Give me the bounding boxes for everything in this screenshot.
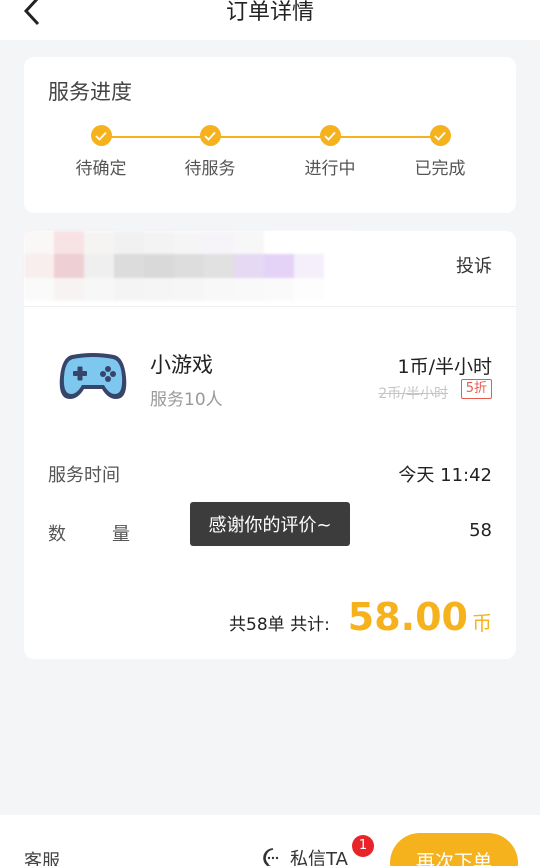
total-amount: 58.00	[347, 595, 468, 639]
progress-title: 服务进度	[48, 80, 132, 104]
top-bar: 订单详情	[0, 0, 540, 40]
progress-step-label: 已完成	[414, 159, 466, 179]
progress-step-label: 待确定	[75, 159, 127, 179]
customer-service-button[interactable]: 客服	[24, 847, 60, 866]
order-card: 投诉 小游戏 服务10人 1币/半小时 2币/半小时 5折 服务时间 今天 11…	[24, 231, 516, 659]
unread-badge: 1	[352, 835, 374, 857]
bottom-bar: 客服 私信TA 1 再次下单	[0, 815, 540, 866]
original-price: 2币/半小时	[378, 386, 448, 402]
check-icon	[319, 125, 341, 146]
pixelated-user-info	[24, 231, 354, 301]
progress-track	[100, 136, 440, 138]
message-button[interactable]: 私信TA	[262, 845, 348, 866]
progress-step-3: 进行中	[285, 125, 375, 179]
message-label: 私信TA	[290, 849, 348, 866]
progress-step-2: 待服务	[165, 125, 255, 179]
quantity-label-b: 量	[112, 524, 130, 545]
progress-step-label: 待服务	[184, 159, 236, 179]
progress-step-1: 待确定	[56, 125, 146, 179]
currency-label: 币	[472, 611, 492, 635]
chat-bubble-icon	[263, 848, 279, 866]
product-subtitle: 服务10人	[150, 390, 223, 410]
gamepad-icon	[59, 353, 127, 399]
reorder-button[interactable]: 再次下单	[390, 833, 518, 866]
service-time-label: 服务时间	[48, 465, 120, 486]
toast-message: 感谢你的评价~	[190, 502, 350, 546]
discount-badge: 5折	[460, 379, 492, 399]
quantity-value: 58	[469, 520, 492, 541]
divider	[24, 306, 516, 307]
service-time-value: 今天 11:42	[398, 465, 492, 486]
page-title: 订单详情	[225, 0, 314, 25]
product-name: 小游戏	[150, 353, 213, 377]
total-count: 共58单 共计:	[229, 615, 330, 635]
check-icon	[199, 125, 221, 146]
progress-step-4: 已完成	[395, 125, 485, 179]
check-icon	[429, 125, 451, 146]
product-price: 1币/半小时	[397, 356, 493, 378]
progress-step-label: 进行中	[304, 159, 356, 179]
service-progress-card: 服务进度 待确定 待服务 进行中 已完成	[24, 57, 516, 213]
check-icon	[90, 125, 112, 146]
complain-button[interactable]: 投诉	[456, 252, 492, 278]
order-total: 共58单 共计: 58.00 币	[229, 595, 492, 639]
quantity-label-a: 数	[48, 524, 66, 545]
quantity-label: 数量	[48, 520, 176, 546]
